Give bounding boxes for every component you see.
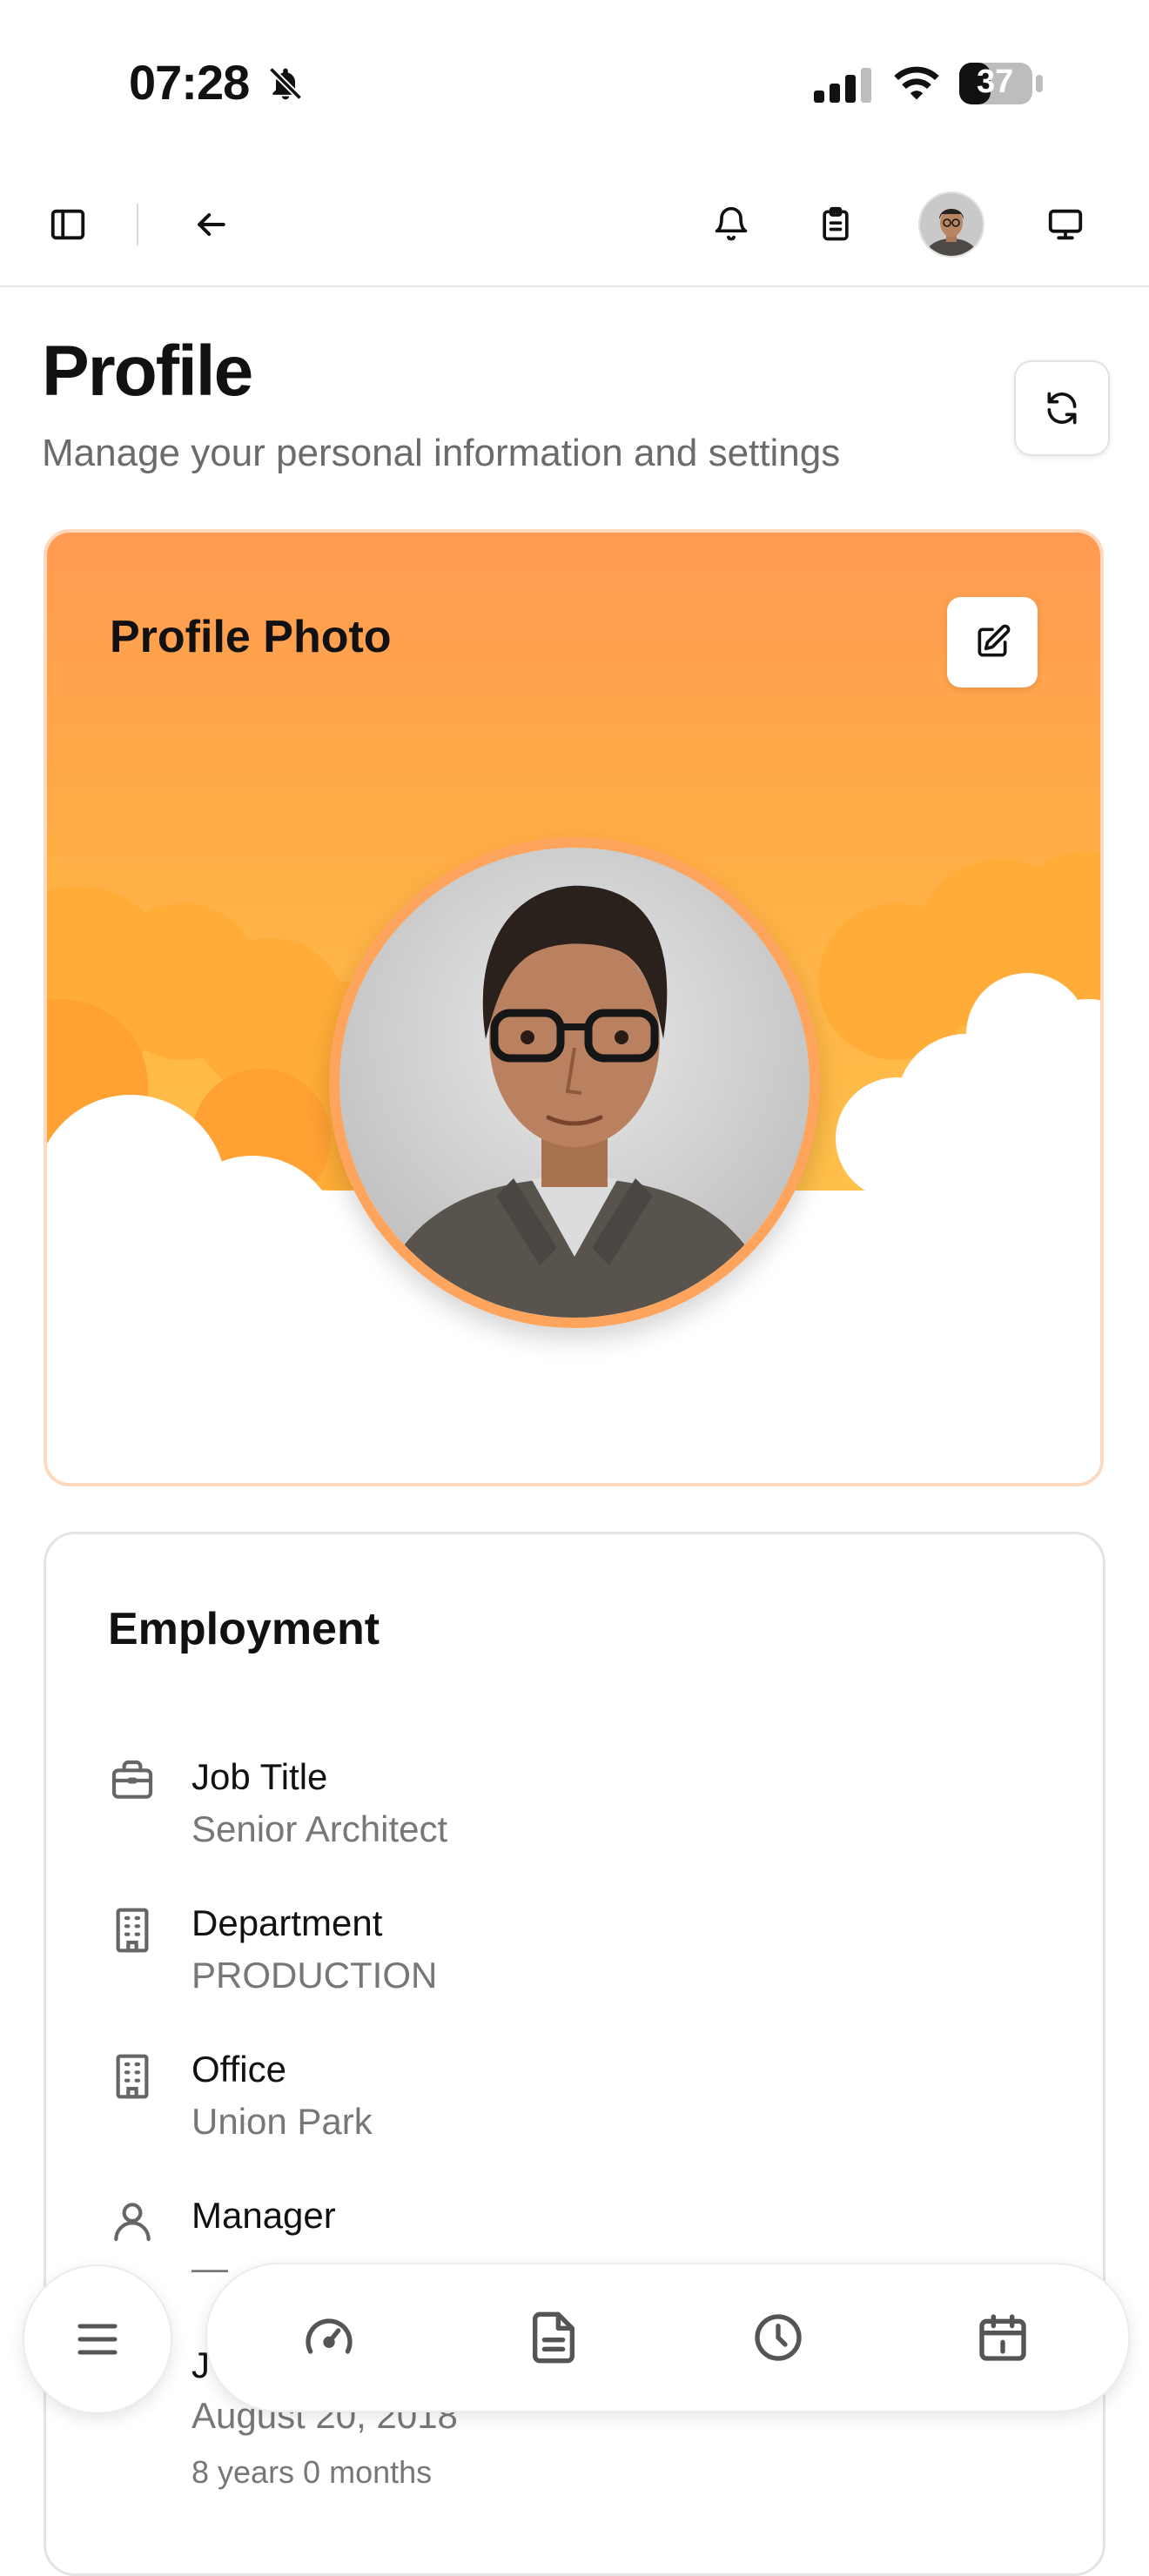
profile-photo-image xyxy=(339,848,810,1318)
tab-documents[interactable] xyxy=(510,2294,597,2381)
page-subtitle: Manage your personal information and set… xyxy=(42,432,841,474)
job-title-value: Senior Architect xyxy=(192,1808,448,1849)
desktop-view-button[interactable] xyxy=(1031,190,1100,259)
clipboard-icon xyxy=(823,206,849,241)
profile-photo[interactable] xyxy=(329,837,820,1328)
profile-photo-title: Profile Photo xyxy=(110,612,392,662)
page-title: Profile xyxy=(42,332,253,411)
avatar-image xyxy=(920,193,983,256)
menu-icon xyxy=(77,2324,118,2355)
back-button[interactable] xyxy=(176,190,245,259)
notifications-button[interactable] xyxy=(696,190,766,259)
signal-icon xyxy=(814,68,871,103)
building-icon xyxy=(116,2054,149,2099)
pencil-edit-icon xyxy=(978,624,1011,657)
department-label: Department xyxy=(192,1902,383,1943)
user-icon xyxy=(114,2203,151,2242)
briefcase-icon xyxy=(111,1760,153,1799)
refresh-button[interactable] xyxy=(1014,360,1110,456)
document-icon xyxy=(533,2311,574,2364)
sidebar-toggle-button[interactable] xyxy=(33,190,103,259)
manager-value: — xyxy=(192,2247,228,2288)
sidebar-toggle-icon xyxy=(50,209,85,240)
tab-time[interactable] xyxy=(735,2294,822,2381)
clock-icon xyxy=(755,2314,802,2361)
monitor-icon xyxy=(1048,209,1083,240)
refresh-icon xyxy=(1047,392,1077,425)
bottom-tab-bar xyxy=(205,2263,1130,2412)
back-arrow-icon xyxy=(198,212,225,237)
job-title-label: Job Title xyxy=(192,1756,328,1797)
calendar-icon xyxy=(979,2314,1026,2361)
wifi-icon xyxy=(894,66,939,100)
office-label: Office xyxy=(192,2049,286,2090)
building-icon xyxy=(116,1908,149,1953)
toolbar-border xyxy=(0,285,1149,287)
toolbar-divider xyxy=(137,204,138,245)
office-value: Union Park xyxy=(192,2101,373,2142)
department-value: PRODUCTION xyxy=(192,1955,438,1996)
edit-photo-button[interactable] xyxy=(947,597,1038,688)
tab-calendar[interactable] xyxy=(959,2294,1046,2381)
avatar[interactable] xyxy=(918,191,984,258)
tenure-value: 8 years 0 months xyxy=(192,2454,433,2490)
bell-icon xyxy=(715,206,748,241)
battery-level: 37 xyxy=(977,64,1014,100)
status-time: 07:28 xyxy=(129,55,250,110)
tasks-button[interactable] xyxy=(801,190,870,259)
employment-title: Employment xyxy=(108,1604,380,1654)
dashboard-icon xyxy=(306,2318,353,2354)
tab-dashboard[interactable] xyxy=(286,2294,373,2381)
manager-label: Manager xyxy=(192,2195,336,2236)
menu-button[interactable] xyxy=(23,2264,172,2414)
bell-off-icon xyxy=(268,66,303,101)
